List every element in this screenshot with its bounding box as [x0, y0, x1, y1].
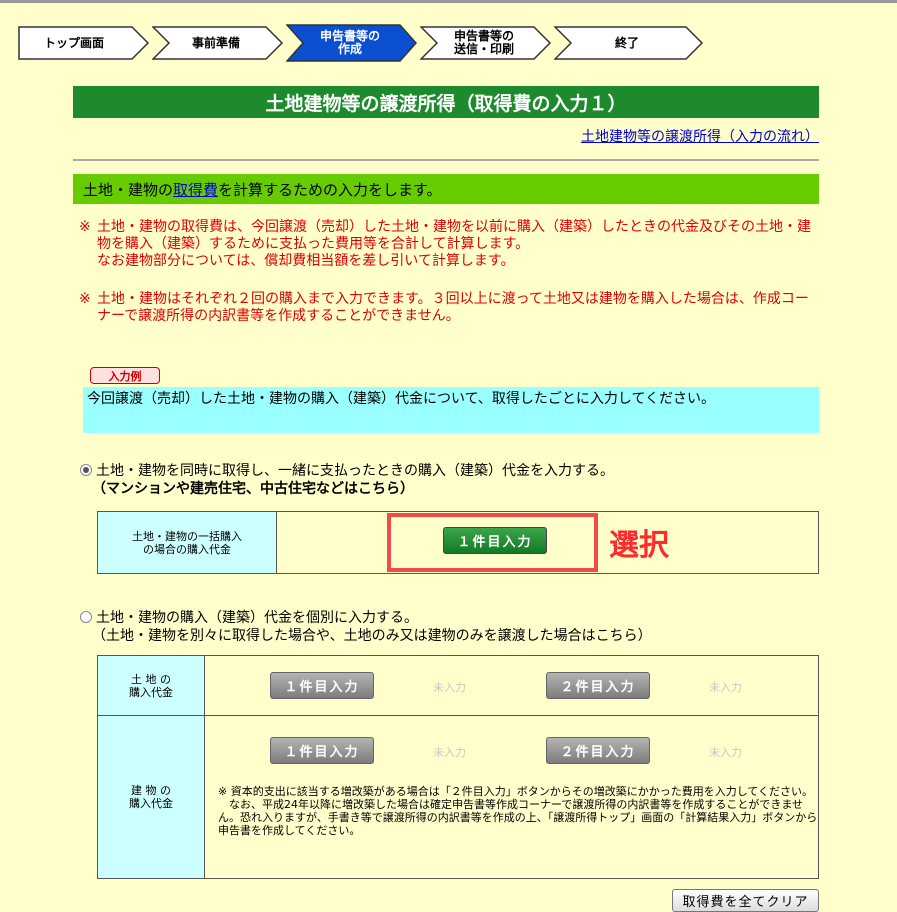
- radio-bulk[interactable]: [80, 464, 92, 476]
- note-2: ※ 土地・建物はそれぞれ２回の購入まで入力できます。３回以上に渡って土地又は建物…: [79, 291, 819, 325]
- input-flow-link[interactable]: 土地建物等の譲渡所得（入力の流れ）: [581, 126, 819, 146]
- building-second-input-button[interactable]: ２件目入力: [546, 737, 650, 764]
- note-1-mark: ※: [79, 219, 91, 235]
- building-note: ※ 資本的支出に該当する増改築がある場合は「２件目入力」ボタンからその増改築にか…: [218, 785, 818, 837]
- intro-post: を計算するための入力をします。: [218, 180, 442, 199]
- page-title: 土地建物等の譲渡所得（取得費の入力１）: [73, 86, 819, 118]
- option-bulk-line2: （マンションや建売住宅、中古住宅などはこちら）: [92, 481, 414, 497]
- land-label: 土 地 の 購入代金: [97, 655, 205, 716]
- land-second-input-button[interactable]: ２件目入力: [546, 672, 650, 699]
- clear-all-button[interactable]: 取得費を全てクリア: [672, 889, 819, 912]
- note-1-text: 土地・建物の取得費は、今回譲渡（売却）した土地・建物を以前に購入（建築）したとき…: [97, 219, 811, 269]
- select-highlight-box: [387, 513, 598, 572]
- building-second-status: 未入力: [709, 746, 742, 759]
- option-separate-line1: 土地・建物の購入（建築）代金を個別に入力する。: [96, 610, 418, 626]
- step-end-label: 終了: [614, 35, 639, 50]
- intro-bar: 土地・建物の 取得費 を計算するための入力をします。: [73, 174, 819, 204]
- step-send-print-label: 申告書等の 送信・印刷: [453, 29, 514, 56]
- building-first-status: 未入力: [433, 746, 466, 759]
- land-first-input-button[interactable]: １件目入力: [270, 672, 374, 699]
- instruction-bar: 今回譲渡（売却）した土地・建物の購入（建築）代金について、取得したごとに入力して…: [83, 387, 819, 433]
- step-create-label: 申告書等の 作成: [319, 29, 380, 56]
- top-border: [0, 0, 897, 3]
- building-label: 建 物 の 購入代金: [97, 715, 205, 879]
- land-first-status: 未入力: [433, 681, 466, 694]
- option-separate-line2: （土地・建物を別々に取得した場合や、土地のみ又は建物のみを譲渡した場合はこちら）: [92, 628, 652, 644]
- option-bulk[interactable]: 土地・建物を同時に取得し、一緒に支払ったときの購入（建築）代金を入力する。 （マ…: [80, 462, 614, 498]
- option-bulk-line1: 土地・建物を同時に取得し、一緒に支払ったときの購入（建築）代金を入力する。: [96, 463, 614, 479]
- option-separate[interactable]: 土地・建物の購入（建築）代金を個別に入力する。 （土地・建物を別々に取得した場合…: [80, 609, 652, 645]
- building-first-input-button[interactable]: １件目入力: [270, 737, 374, 764]
- step-top-label: トップ画面: [43, 35, 104, 50]
- land-second-status: 未入力: [709, 681, 742, 694]
- note-1: ※ 土地・建物の取得費は、今回譲渡（売却）した土地・建物を以前に購入（建築）した…: [79, 219, 819, 270]
- select-annotation: 選択: [609, 528, 669, 563]
- note-2-mark: ※: [79, 291, 91, 307]
- note-2-text: 土地・建物はそれぞれ２回の購入まで入力できます。３回以上に渡って土地又は建物を購…: [97, 291, 809, 324]
- acquisition-cost-link[interactable]: 取得費: [173, 179, 218, 200]
- intro-pre: 土地・建物の: [83, 180, 174, 199]
- step-preparation-label: 事前準備: [191, 35, 240, 50]
- bulk-row-label: 土地・建物の一括購入 の場合の購入代金: [97, 511, 277, 574]
- input-example-button[interactable]: 入力例: [90, 367, 160, 384]
- divider: [73, 159, 819, 161]
- radio-separate[interactable]: [80, 611, 92, 623]
